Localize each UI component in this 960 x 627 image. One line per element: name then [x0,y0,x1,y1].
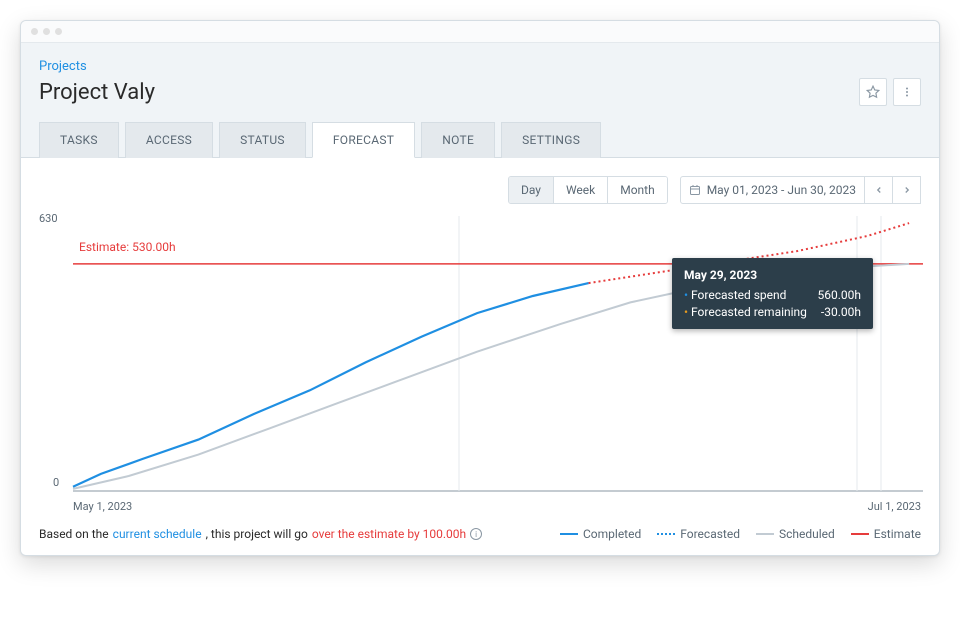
page-header: Projects Project Valy [21,43,939,106]
x-axis-end: Jul 1, 2023 [868,500,921,513]
legend-completed: Completed [560,527,641,541]
y-axis-max: 630 [39,212,58,225]
tab-tasks[interactable]: TASKS [39,122,119,158]
legend-scheduled: Scheduled [756,527,835,541]
tooltip-date: May 29, 2023 [684,268,861,282]
tab-forecast[interactable]: FORECAST [312,122,415,158]
chevron-right-icon [902,185,912,195]
tab-access[interactable]: ACCESS [125,122,213,158]
tabs: TASKSACCESSSTATUSFORECASTNOTESETTINGS [21,106,939,158]
hover-tooltip: May 29, 2023 Forecasted spend560.00h Fore… [672,258,873,329]
page-title: Project Valy [39,80,155,105]
titlebar [21,21,939,43]
granularity-week[interactable]: Week [554,177,608,203]
chevron-left-icon [874,185,884,195]
controls-row: DayWeekMonth May 01, 2023 - Jun 30, 2023 [39,176,921,204]
forecast-summary: Based on the current schedule , this pro… [39,527,482,541]
next-range-button[interactable] [893,176,921,204]
window-dot [31,28,38,35]
chart-footer: Based on the current schedule , this pro… [39,527,921,541]
tab-settings[interactable]: SETTINGS [501,122,601,158]
granularity-day[interactable]: Day [509,177,554,203]
window-dot [55,28,62,35]
window-dot [43,28,50,35]
breadcrumb[interactable]: Projects [39,59,87,74]
legend: Completed Forecasted Scheduled Estimate [560,527,921,541]
kebab-icon [901,85,913,99]
over-estimate-text: over the estimate by 100.00h [312,527,466,541]
star-icon [866,85,880,99]
date-range-label: May 01, 2023 - Jun 30, 2023 [707,183,856,197]
x-axis-start: May 1, 2023 [73,500,132,513]
calendar-icon [689,184,701,196]
legend-forecasted: Forecasted [657,527,740,541]
estimate-line-label: Estimate: 530.00h [79,240,176,254]
legend-estimate: Estimate [851,527,921,541]
y-axis-min: 0 [53,476,59,489]
tooltip-row: Forecasted remaining-30.00h [684,305,861,319]
granularity-segmented: DayWeekMonth [508,176,668,204]
app-window: Projects Project Valy TASKSACCESSSTATUSF… [20,20,940,556]
info-icon[interactable]: i [470,528,482,540]
prev-range-button[interactable] [865,176,893,204]
forecast-panel: DayWeekMonth May 01, 2023 - Jun 30, 2023… [21,157,939,555]
date-range-picker[interactable]: May 01, 2023 - Jun 30, 2023 [680,176,865,204]
favorite-button[interactable] [859,78,887,106]
tooltip-row: Forecasted spend560.00h [684,288,861,302]
tab-status[interactable]: STATUS [219,122,306,158]
tab-note[interactable]: NOTE [421,122,495,158]
granularity-month[interactable]: Month [608,177,666,203]
forecast-chart[interactable]: 630 Estimate: 530.00h 0 May 1, 2023 Jul … [39,216,921,513]
current-schedule-link[interactable]: current schedule [113,527,202,541]
more-button[interactable] [893,78,921,106]
